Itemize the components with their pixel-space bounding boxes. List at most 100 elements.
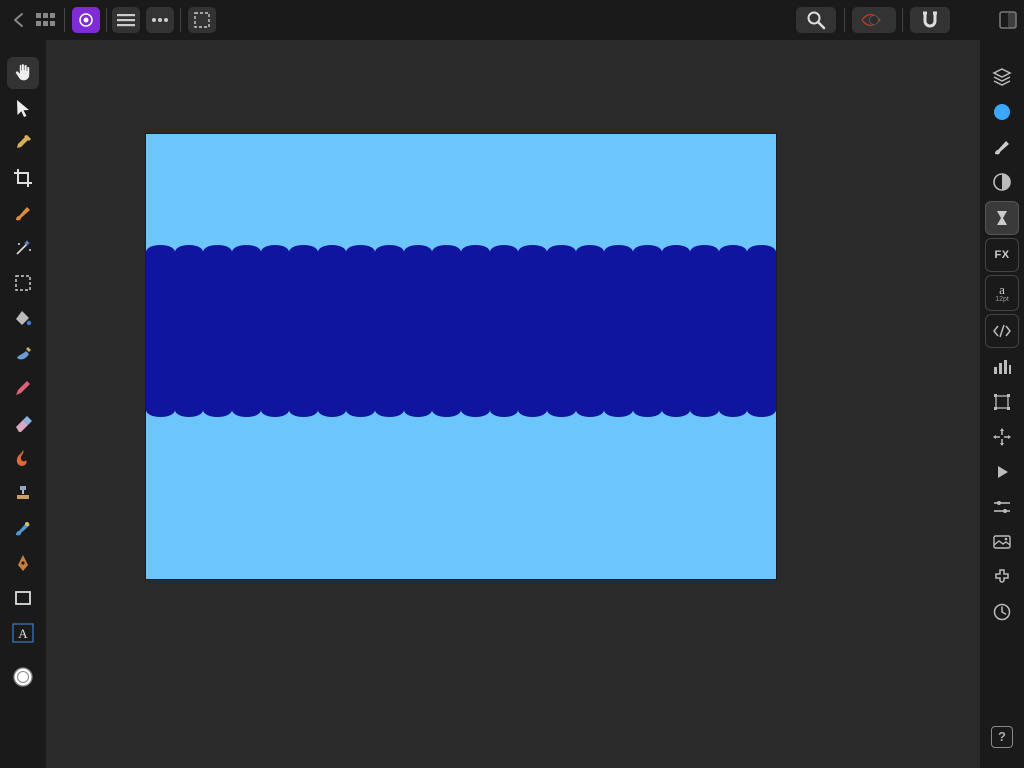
brushes-panel-button[interactable] [986,131,1018,163]
effects-panel-button[interactable]: FX [985,238,1019,272]
macro-panel-button[interactable] [986,456,1018,488]
paint-brush-tool[interactable] [7,197,39,229]
magnifier-icon [806,10,826,30]
marquee-toggle-button[interactable] [188,7,216,33]
pencil-tool-icon [13,378,33,398]
separator [844,8,845,32]
history-panel-button[interactable] [986,596,1018,628]
snapping-button[interactable] [910,7,950,33]
document-menu-button[interactable] [112,7,140,33]
artistic-text-tool-icon: A [12,623,34,643]
separator [902,8,903,32]
stock-panel-button[interactable] [985,201,1019,235]
svg-text:A: A [18,626,28,641]
quick-mask-button[interactable] [852,7,896,33]
hand-tool[interactable] [7,57,39,89]
color-swatch-icon [11,665,35,689]
live-filters-panel-button[interactable] [986,491,1018,523]
paint-brush-tool-icon [13,203,33,223]
fullscreen-toggle-button[interactable] [994,7,1022,33]
pen-tool[interactable] [7,547,39,579]
channels-panel-button[interactable] [986,351,1018,383]
flood-fill-tool[interactable] [7,302,39,334]
crop-tool[interactable] [7,162,39,194]
magnet-icon [920,10,940,30]
adjustments-panel-button[interactable] [986,166,1018,198]
menu-icon [117,13,135,27]
brushes-panel-icon [991,136,1013,158]
color-picker-tool[interactable] [7,127,39,159]
addons-panel-icon [992,567,1012,587]
stock-panel-icon [993,209,1011,227]
eyedropper-tool-icon [13,133,33,153]
paint-mixer-brush-tool[interactable] [7,512,39,544]
adjustments-panel-icon [991,171,1013,193]
transform-panel-button[interactable] [986,386,1018,418]
paint-mixer-brush-icon [13,518,33,538]
selection-brush-tool[interactable] [7,232,39,264]
zoom-button[interactable] [796,7,836,33]
separator [106,8,107,32]
canvas-viewport[interactable] [46,40,980,768]
layers-panel-icon [991,66,1013,88]
smudge-tool-icon [13,343,33,363]
edit-menu-button[interactable] [146,7,174,33]
colour-panel-button[interactable] [986,96,1018,128]
document-canvas[interactable] [146,134,776,579]
colour-panel-icon [991,101,1013,123]
help-icon: ? [991,726,1013,748]
canvas-band-shape [146,252,776,410]
liquify-tool[interactable] [7,442,39,474]
macro-panel-icon [993,463,1011,481]
move-tool[interactable] [7,92,39,124]
sources-panel-button[interactable] [985,314,1019,348]
band-bottom-scallop [146,403,776,417]
separator [180,8,181,32]
gallery-button[interactable] [32,7,60,33]
transform-panel-icon [992,392,1012,412]
erase-brush-tool[interactable] [7,407,39,439]
band-top-scallop [146,245,776,259]
left-tool-strip: A [0,40,46,768]
navigator-panel-icon [992,427,1012,447]
color-swatch-tool[interactable] [7,661,39,693]
eraser-tool-icon [13,413,33,433]
flame-tool-icon [13,448,33,468]
text-panel-button[interactable]: a 12pt [985,275,1019,311]
pointer-tool-icon [13,98,33,118]
rectangle-shape-tool-icon [13,588,33,608]
rectangle-shape-tool[interactable] [7,582,39,614]
effects-panel-icon: FX [994,249,1009,261]
back-button[interactable] [6,7,34,33]
rectangular-marquee-tool[interactable] [7,267,39,299]
layers-panel-button[interactable] [986,61,1018,93]
hand-tool-icon [12,62,34,84]
crop-tool-icon [13,168,33,188]
text-panel-icon: a [999,284,1005,296]
clone-brush-tool[interactable] [7,477,39,509]
quick-mask-icon [860,11,888,29]
right-studio-strip: FX a 12pt ? [980,40,1024,768]
live-filters-panel-icon [992,499,1012,515]
grid-icon [36,13,56,27]
history-panel-icon [992,602,1012,622]
help-button[interactable]: ? [986,721,1018,753]
navigator-panel-button[interactable] [986,421,1018,453]
sources-panel-icon [992,324,1012,338]
rectangular-marquee-tool-icon [13,273,33,293]
ellipsis-icon [150,11,170,29]
pen-tool-icon [13,553,33,573]
marquee-dashed-icon [193,11,211,29]
channels-panel-icon [992,358,1012,376]
photo-persona-button[interactable] [72,7,100,33]
assets-panel-icon [992,534,1012,550]
fullscreen-toggle-icon [998,10,1018,30]
flood-fill-tool-icon [13,308,33,328]
assets-panel-button[interactable] [986,526,1018,558]
addons-panel-button[interactable] [986,561,1018,593]
text-panel-sub: 12pt [995,296,1009,303]
pixel-tool[interactable] [7,372,39,404]
artistic-text-tool[interactable]: A [7,617,39,649]
stamp-tool-icon [13,483,33,503]
smudge-brush-tool[interactable] [7,337,39,369]
